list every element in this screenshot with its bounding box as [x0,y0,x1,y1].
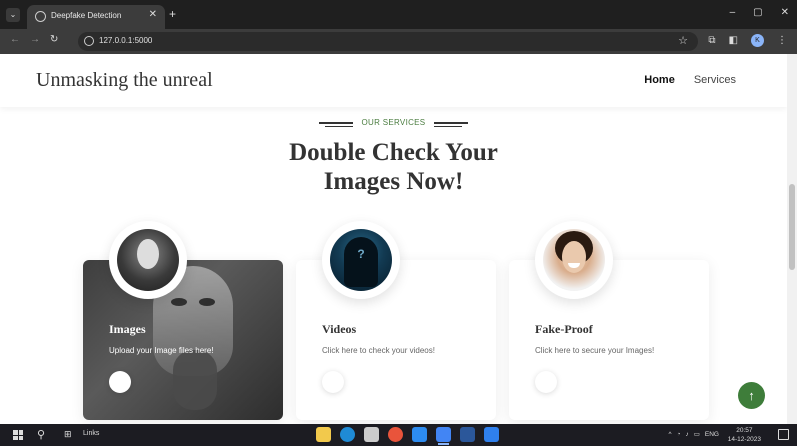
tab-title: Deepfake Detection [51,11,122,20]
card-action-button[interactable] [322,371,344,393]
globe-icon [35,11,46,22]
toolbar-actions: ⧉ ◧ K ⋮ [708,34,787,47]
browser-tab[interactable]: Deepfake Detection ✕ [27,5,165,29]
vscode-icon[interactable] [484,427,499,442]
address-bar[interactable]: 127.0.0.1:5000 ☆ [78,32,698,51]
section-eyebrow: OUR SERVICES [0,118,787,128]
system-tray: ^ ◔ ♪ ▭ ENG [669,430,720,439]
language-indicator[interactable]: ENG [705,431,719,438]
card-text: Click here to check your videos! [322,346,435,355]
minimize-icon[interactable]: – [730,7,736,18]
clock-date: 14-12-2023 [727,436,761,443]
bookmark-star-icon[interactable]: ☆ [678,34,688,47]
chevron-up-icon[interactable]: ^ [669,431,672,438]
pinned-apps [316,427,499,445]
browser-tab-bar: ⌄ Deepfake Detection ✕ + – ▢ ✕ [0,0,797,29]
page-viewport: Unmasking the unreal Home Services OUR S… [0,54,787,424]
todo-icon[interactable] [412,427,427,442]
card-title: Images [109,322,146,336]
forward-icon[interactable]: → [30,34,40,45]
nav-home-link[interactable]: Home [644,74,675,86]
service-card-images[interactable]: Images Upload your Image files here! [83,260,283,420]
task-view-icon[interactable]: ⊞ [64,429,72,440]
main-nav: Home Services [644,74,736,86]
card-title: Videos [322,322,357,336]
masked-person-image [117,229,179,291]
tab-search-menu-icon[interactable]: ⌄ [6,8,20,22]
card-action-button[interactable] [109,371,131,393]
windows-start-icon[interactable] [13,430,23,440]
edge-icon[interactable] [340,427,355,442]
question-mark-icon: ? [357,247,365,261]
page-scrollbar[interactable] [787,54,797,424]
volume-icon[interactable]: ♪ [686,431,689,438]
store-icon[interactable] [364,427,379,442]
os-taskbar: ⚲ ⊞ Links ^ ◔ ♪ ▭ ENG 20:57 14-12-2023 [0,424,797,446]
heading-line-1: Double Check Your [289,139,498,166]
side-panel-icon[interactable]: ◧ [729,35,738,46]
hand-shape [173,350,217,410]
masked-person-avatar [109,221,187,299]
network-icon[interactable]: ◔ [677,431,681,438]
woman-avatar [535,221,613,299]
search-icon[interactable]: ⚲ [37,428,45,441]
url-text: 127.0.0.1:5000 [99,36,153,45]
white-mask-shape [137,239,159,269]
menu-kebab-icon[interactable]: ⋮ [777,35,787,46]
new-tab-icon[interactable]: + [169,7,176,21]
heading-line-2: Images Now! [323,168,464,195]
hood-shape [344,237,378,287]
reload-icon[interactable]: ↻ [50,34,58,45]
nav-services-link[interactable]: Services [694,74,736,86]
chrome-active-icon[interactable] [436,427,451,445]
browser-toolbar: ← → ↻ 127.0.0.1:5000 ☆ ⧉ ◧ K ⋮ [0,29,797,54]
window-controls: – ▢ ✕ [730,7,789,18]
maximize-icon[interactable]: ▢ [753,7,762,18]
card-text: Click here to secure your Images! [535,346,655,355]
word-icon[interactable] [460,427,475,442]
eyebrow-text: OUR SERVICES [361,118,426,127]
site-logo[interactable]: Unmasking the unreal [36,69,213,92]
scroll-thumb[interactable] [789,184,795,270]
hacker-avatar: ? [322,221,400,299]
extensions-icon[interactable]: ⧉ [708,35,715,46]
service-card-fake-proof[interactable]: Fake-Proof Click here to secure your Ima… [509,260,709,420]
decorative-line [319,121,353,128]
clock-time: 20:57 [736,427,753,434]
tab-close-icon[interactable]: ✕ [149,9,157,20]
card-text: Upload your Image files here! [109,346,214,355]
back-icon[interactable]: ← [10,34,20,45]
links-toolbar[interactable]: Links [83,430,99,437]
face-shape [562,241,586,273]
site-info-icon[interactable] [84,36,94,46]
service-card-videos[interactable]: Videos Click here to check your videos! [296,260,496,420]
close-window-icon[interactable]: ✕ [781,7,789,18]
file-explorer-icon[interactable] [316,427,331,442]
site-header: Unmasking the unreal Home Services [0,54,787,107]
scroll-to-top-button[interactable]: ↑ [738,382,765,409]
chrome-icon[interactable] [388,427,403,442]
battery-icon[interactable]: ▭ [694,430,700,438]
profile-avatar[interactable]: K [751,34,764,47]
card-title: Fake-Proof [535,322,593,336]
mask-eye [171,298,187,306]
system-clock[interactable]: 20:57 14-12-2023 [728,426,761,444]
card-action-button[interactable] [535,371,557,393]
mask-eye [199,298,215,306]
notification-icon[interactable] [778,429,789,440]
decorative-line [433,121,468,128]
smiling-woman-image [543,229,605,291]
section-heading: Double Check Your Images Now! [0,138,787,196]
hooded-hacker-image: ? [330,229,392,291]
